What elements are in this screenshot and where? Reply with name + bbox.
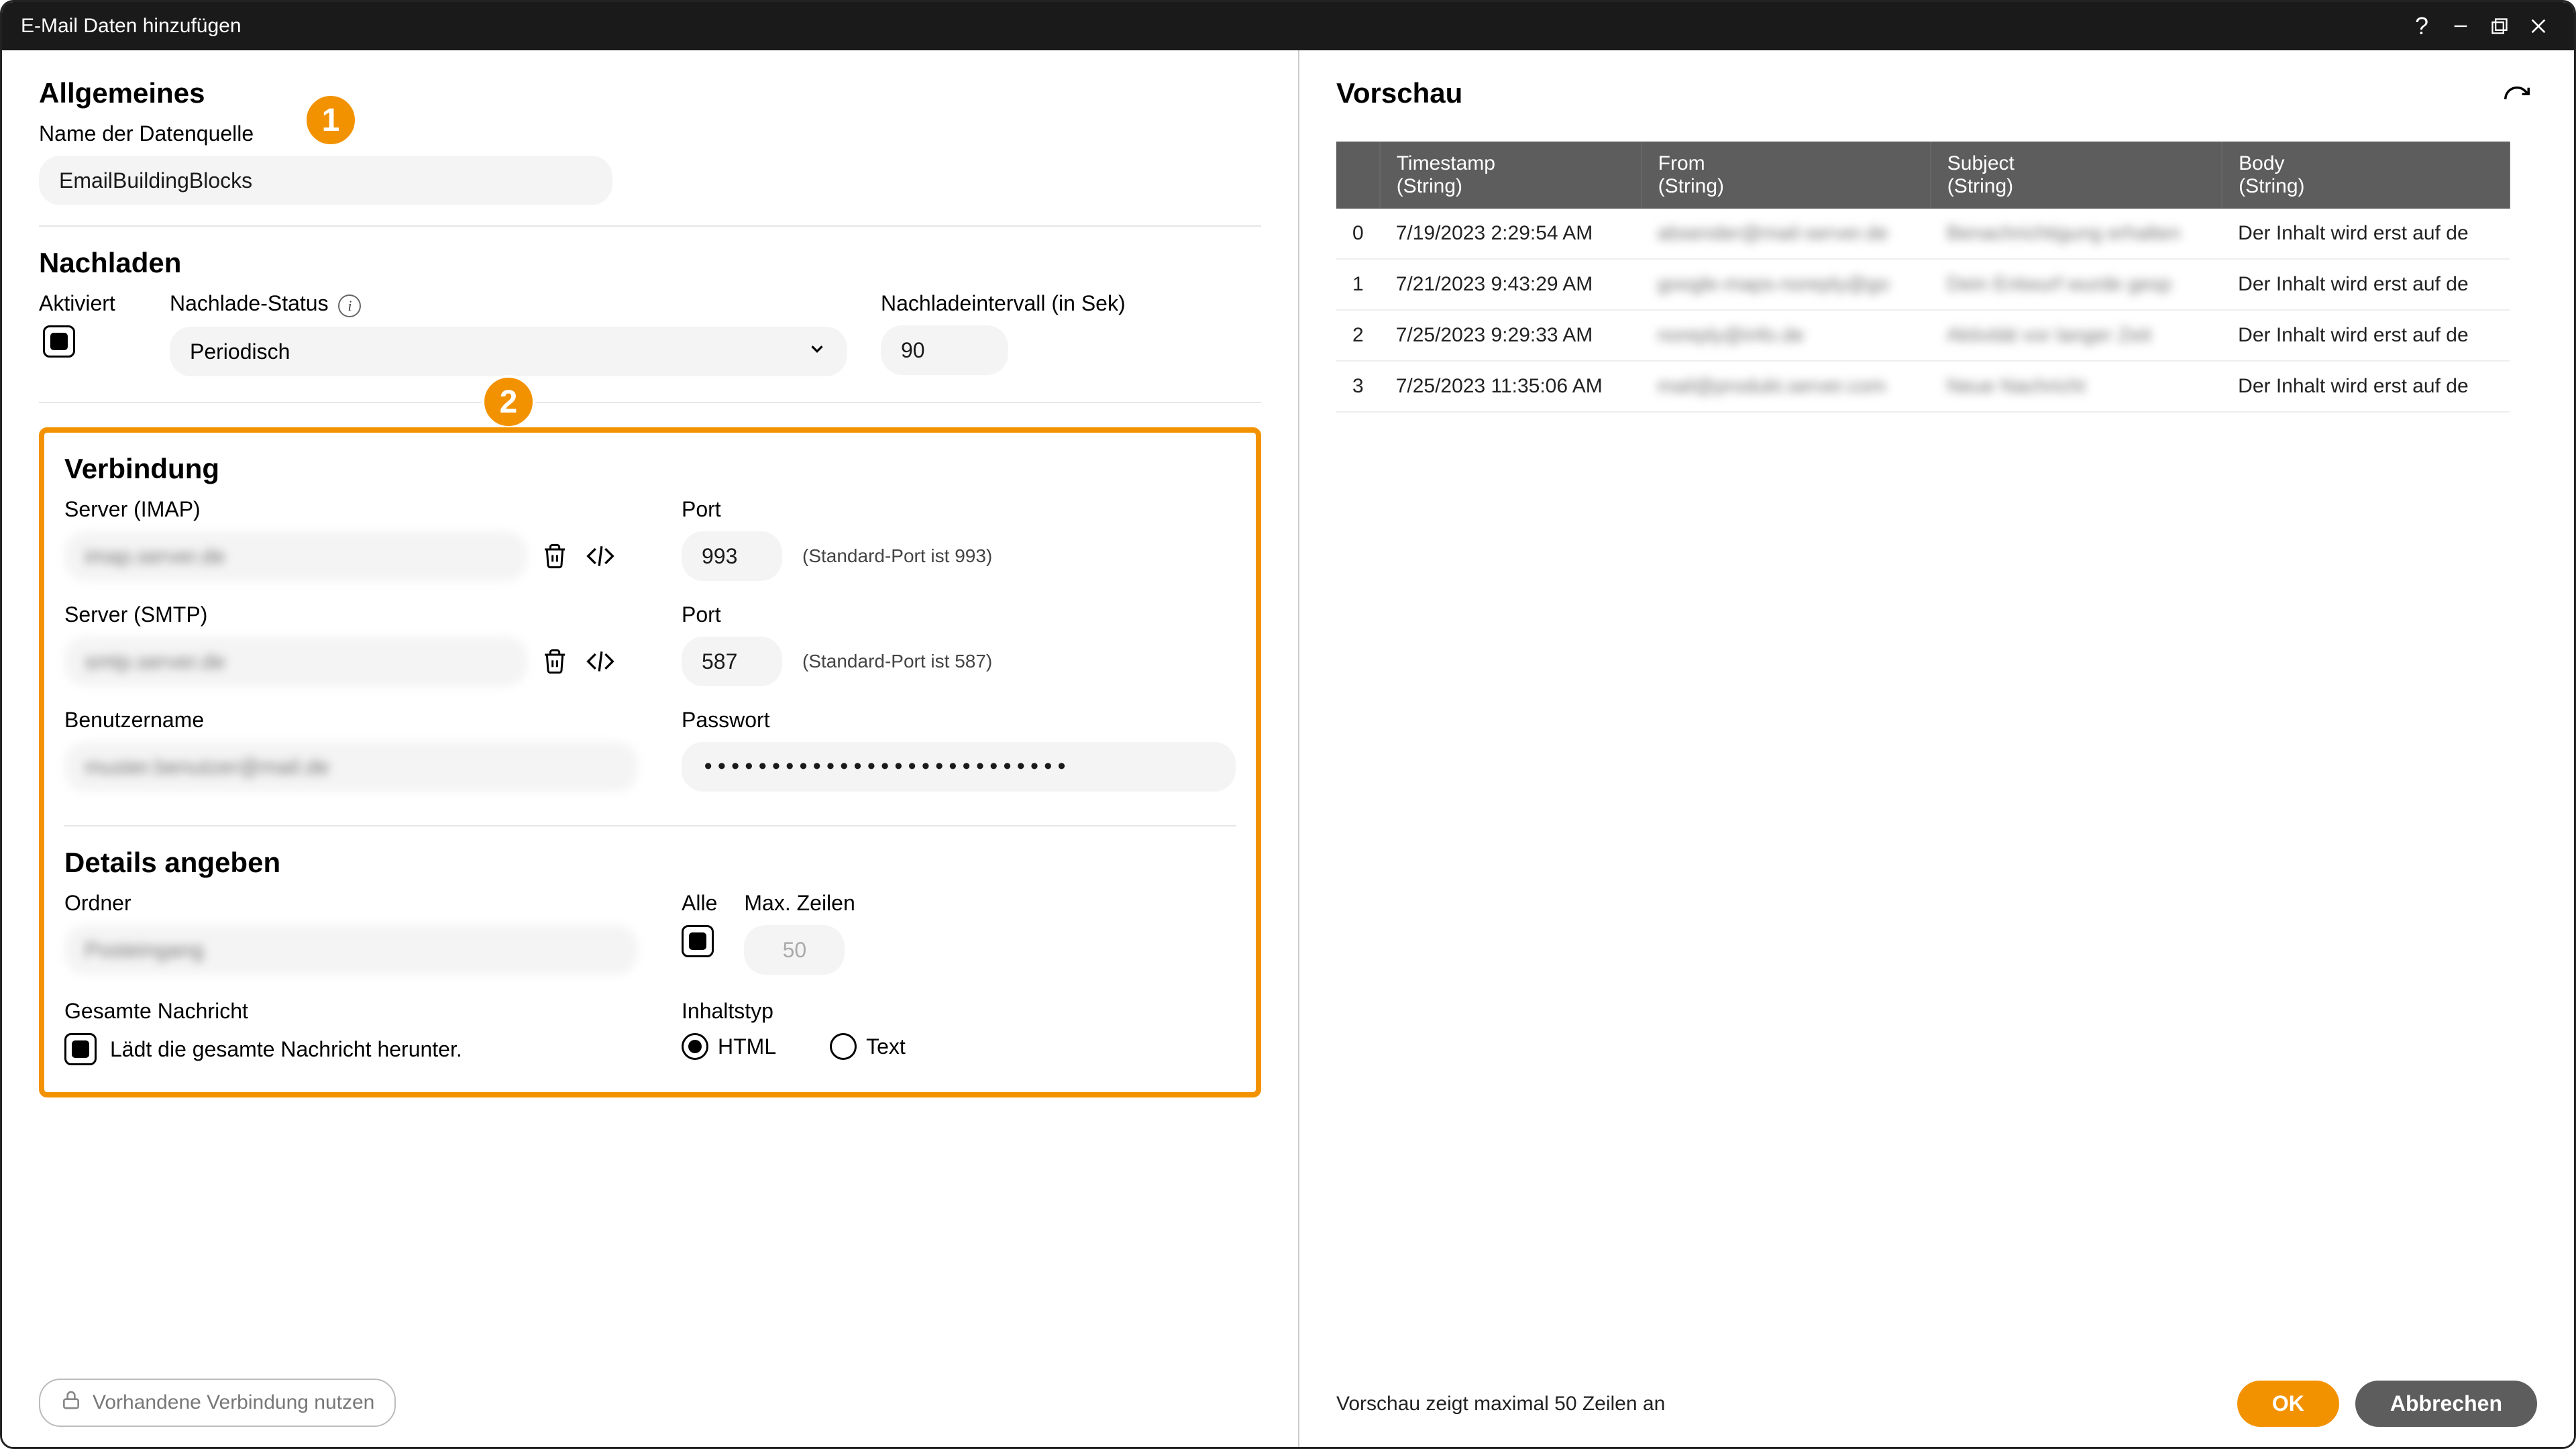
imap-port-label: Port bbox=[682, 497, 1236, 522]
radio-html[interactable]: HTML bbox=[682, 1033, 776, 1060]
col-timestamp: Timestamp(String) bbox=[1380, 142, 1642, 209]
reload-status-select[interactable]: Periodisch bbox=[170, 327, 847, 376]
cell-subject: Neue Nachricht bbox=[1931, 361, 2222, 412]
smtp-server-input[interactable] bbox=[64, 637, 527, 686]
col-from: From(String) bbox=[1642, 142, 1931, 209]
preview-footer-note: Vorschau zeigt maximal 50 Zeilen an bbox=[1336, 1393, 1665, 1415]
table-row[interactable]: 07/19/2023 2:29:54 AMabsender@mail-serve… bbox=[1336, 209, 2510, 259]
table-row[interactable]: 27/25/2023 9:29:33 AMnoreply@info.deAkti… bbox=[1336, 310, 2510, 361]
maxrows-label: Max. Zeilen bbox=[744, 891, 855, 916]
details-heading: Details angeben bbox=[64, 847, 1236, 879]
cell-body: Der Inhalt wird erst auf de bbox=[2222, 209, 2510, 259]
cell-from: mail@produkt.server.com bbox=[1642, 361, 1931, 412]
minimize-icon[interactable] bbox=[2444, 9, 2477, 43]
name-label: Name der Datenquelle bbox=[39, 121, 1261, 146]
imap-port-input[interactable] bbox=[682, 531, 782, 581]
col-subject: Subject(String) bbox=[1931, 142, 2222, 209]
cell-body: Der Inhalt wird erst auf de bbox=[2222, 259, 2510, 310]
cell-body: Der Inhalt wird erst auf de bbox=[2222, 361, 2510, 412]
all-checkbox[interactable] bbox=[682, 925, 714, 957]
contenttype-label: Inhaltstyp bbox=[682, 999, 906, 1024]
cell-from: google-maps-noreply@go bbox=[1642, 259, 1931, 310]
cell-timestamp: 7/21/2023 9:43:29 AM bbox=[1380, 259, 1642, 310]
divider bbox=[64, 825, 1236, 826]
cell-from: absender@mail-server.de bbox=[1642, 209, 1931, 259]
cell-timestamp: 7/25/2023 11:35:06 AM bbox=[1380, 361, 1642, 412]
enabled-label: Aktiviert bbox=[39, 291, 136, 316]
titlebar: E-Mail Daten hinzufügen ? bbox=[2, 2, 2574, 50]
smtp-port-input[interactable] bbox=[682, 637, 782, 686]
refresh-icon[interactable] bbox=[2497, 79, 2537, 119]
fullmsg-desc: Lädt die gesamte Nachricht herunter. bbox=[110, 1037, 462, 1062]
code-icon[interactable] bbox=[582, 538, 619, 574]
enabled-checkbox[interactable] bbox=[43, 325, 75, 358]
folder-label: Ordner bbox=[64, 891, 648, 916]
ok-button[interactable]: OK bbox=[2237, 1381, 2339, 1427]
annotation-badge-1: 1 bbox=[304, 93, 358, 147]
smtp-port-label: Port bbox=[682, 602, 1236, 627]
all-label: Alle bbox=[682, 891, 717, 916]
maximize-icon[interactable] bbox=[2483, 9, 2516, 43]
help-icon[interactable]: ? bbox=[2405, 9, 2438, 43]
connection-heading: Verbindung bbox=[64, 453, 1236, 485]
cell-subject: Aktivität vor langer Zeit bbox=[1931, 310, 2222, 361]
chevron-down-icon bbox=[807, 339, 827, 364]
close-icon[interactable] bbox=[2522, 9, 2555, 43]
datasource-name-input[interactable] bbox=[39, 156, 612, 205]
maxrows-input bbox=[744, 925, 845, 975]
info-icon[interactable]: i bbox=[338, 294, 361, 317]
smtp-port-hint: (Standard-Port ist 587) bbox=[802, 651, 992, 672]
fullmsg-label: Gesamte Nachricht bbox=[64, 999, 648, 1024]
smtp-server-label: Server (SMTP) bbox=[64, 602, 648, 627]
cell-subject: Benachrichtigung erhalten bbox=[1931, 209, 2222, 259]
table-row[interactable]: 37/25/2023 11:35:06 AMmail@produkt.serve… bbox=[1336, 361, 2510, 412]
cancel-button[interactable]: Abbrechen bbox=[2355, 1381, 2537, 1427]
cell-idx: 0 bbox=[1336, 209, 1380, 259]
cell-idx: 1 bbox=[1336, 259, 1380, 310]
general-heading: Allgemeines bbox=[39, 77, 1261, 109]
imap-server-input[interactable] bbox=[64, 531, 527, 581]
username-input[interactable] bbox=[64, 742, 638, 792]
password-input[interactable] bbox=[682, 742, 1236, 792]
connection-section-highlight: Verbindung Server (IMAP) Port bbox=[39, 427, 1261, 1097]
cell-subject: Dein Entwurf wurde gesp bbox=[1931, 259, 2222, 310]
cell-timestamp: 7/25/2023 9:29:33 AM bbox=[1380, 310, 1642, 361]
imap-port-hint: (Standard-Port ist 993) bbox=[802, 545, 992, 567]
delete-icon[interactable] bbox=[537, 643, 573, 680]
use-existing-connection-button[interactable]: Vorhandene Verbindung nutzen bbox=[39, 1379, 396, 1427]
delete-icon[interactable] bbox=[537, 538, 573, 574]
reload-status-label: Nachlade-Status i bbox=[170, 291, 847, 317]
password-label: Passwort bbox=[682, 708, 1236, 733]
reload-heading: Nachladen bbox=[39, 247, 1261, 279]
cell-timestamp: 7/19/2023 2:29:54 AM bbox=[1380, 209, 1642, 259]
cell-body: Der Inhalt wird erst auf de bbox=[2222, 310, 2510, 361]
preview-heading: Vorschau bbox=[1336, 77, 2497, 109]
fullmsg-checkbox[interactable] bbox=[64, 1033, 97, 1065]
cell-idx: 2 bbox=[1336, 310, 1380, 361]
divider bbox=[39, 225, 1261, 227]
code-icon[interactable] bbox=[582, 643, 619, 680]
col-body: Body(String) bbox=[2222, 142, 2510, 209]
col-index bbox=[1336, 142, 1380, 209]
lock-icon bbox=[60, 1389, 82, 1416]
cell-from: noreply@info.de bbox=[1642, 310, 1931, 361]
radio-text[interactable]: Text bbox=[830, 1033, 906, 1060]
annotation-badge-2: 2 bbox=[482, 375, 535, 429]
folder-input[interactable] bbox=[64, 925, 638, 975]
preview-table: Timestamp(String) From(String) Subject(S… bbox=[1336, 142, 2510, 413]
imap-server-label: Server (IMAP) bbox=[64, 497, 648, 522]
interval-label: Nachladeintervall (in Sek) bbox=[881, 291, 1261, 316]
window-title: E-Mail Daten hinzufügen bbox=[21, 15, 2400, 38]
cell-idx: 3 bbox=[1336, 361, 1380, 412]
table-row[interactable]: 17/21/2023 9:43:29 AMgoogle-maps-noreply… bbox=[1336, 259, 2510, 310]
interval-input[interactable] bbox=[881, 325, 1008, 375]
username-label: Benutzername bbox=[64, 708, 648, 733]
